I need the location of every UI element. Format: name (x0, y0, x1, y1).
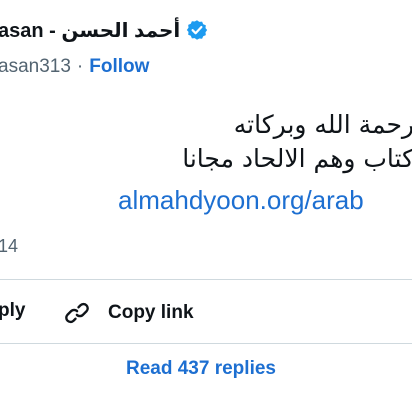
tweet-timestamp[interactable]: 14 (0, 236, 18, 257)
author-handle-row: asan313 · Follow (0, 55, 149, 79)
follow-button[interactable]: Follow (89, 56, 149, 78)
copy-link-button[interactable]: Copy link (62, 298, 194, 328)
author-handle[interactable]: asan313 (0, 56, 71, 78)
tweet-text: رحمة الله وبركاته كتاب وهم الالحاد مجانا (182, 108, 412, 176)
tweet-text-line: كتاب وهم الالحاد مجانا (182, 144, 412, 173)
reply-button[interactable]: ply (0, 300, 25, 322)
tweet-link[interactable]: almahdyoon.org/arab (118, 185, 364, 216)
copy-link-label: Copy link (108, 302, 194, 323)
verified-badge-icon (186, 19, 208, 41)
tweet-text-line: رحمة الله وبركاته (233, 110, 412, 139)
read-replies-button[interactable]: Read 437 replies (0, 358, 412, 380)
action-bar: ply Copy link (0, 300, 412, 328)
link-icon (65, 302, 89, 324)
divider (0, 343, 412, 344)
author-header[interactable]: asan - أحمد الحسن (0, 16, 208, 44)
separator-dot: · (76, 56, 84, 77)
author-display-name[interactable]: asan - أحمد الحسن (0, 18, 180, 43)
tweet-embed: asan - أحمد الحسن asan313 · Follow رحمة … (0, 0, 412, 412)
divider (0, 279, 412, 280)
read-replies-label: Read 437 replies (126, 358, 276, 379)
